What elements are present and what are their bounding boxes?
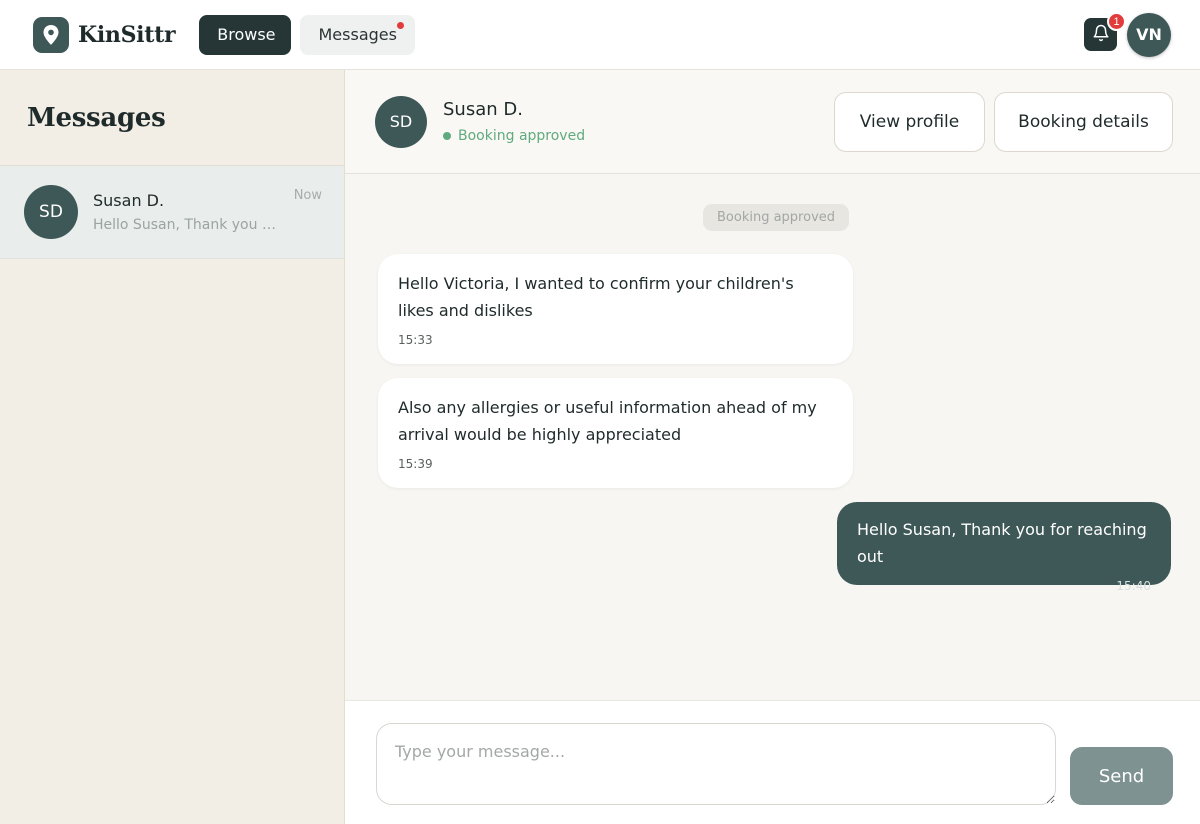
top-navigation-bar: KinSittr Browse Messages 1 VN [0, 0, 1200, 70]
conversation-preview: Hello Susan, Thank you for reaching out [93, 217, 278, 233]
message-text: Hello Susan, Thank you for reaching out [857, 520, 1147, 566]
status-dot-icon [443, 132, 451, 140]
message-text: Also any allergies or useful information… [398, 398, 817, 444]
message-time: 15:33 [398, 333, 433, 347]
bell-icon [1092, 24, 1110, 45]
booking-status: Booking approved [443, 128, 585, 144]
chat-panel: SD Susan D. Booking approved View profil… [345, 70, 1200, 824]
map-pin-icon [33, 16, 69, 53]
nav-browse-button[interactable]: Browse [199, 14, 292, 55]
contact-info: Susan D. Booking approved [443, 99, 585, 144]
notification-count-badge: 1 [1107, 12, 1126, 31]
message-composer: Send [345, 700, 1200, 824]
conversation-item[interactable]: SD Susan D. Hello Susan, Thank you for r… [0, 166, 344, 259]
conversation-time: Now [293, 188, 322, 203]
message-bubble-incoming: Also any allergies or useful information… [378, 378, 853, 488]
message-text: Hello Victoria, I wanted to confirm your… [398, 274, 794, 320]
message-time: 15:39 [398, 457, 433, 471]
user-avatar[interactable]: VN [1127, 12, 1171, 57]
unread-dot [397, 21, 405, 29]
nav-messages-label: Messages [318, 25, 397, 44]
chat-header-actions: View profile Booking details [834, 91, 1173, 152]
contact-name: Susan D. [443, 99, 523, 120]
system-notice: Booking approved [703, 204, 850, 231]
booking-status-label: Booking approved [458, 128, 586, 144]
conversation-body: Susan D. Hello Susan, Thank you for reac… [93, 191, 294, 233]
app-name: KinSittr [78, 21, 176, 48]
nav-messages-button[interactable]: Messages [300, 14, 416, 55]
message-time: 15:40 [1116, 579, 1151, 593]
message-input[interactable] [376, 723, 1056, 805]
send-button[interactable]: Send [1070, 747, 1173, 805]
nav-browse-label: Browse [217, 25, 276, 44]
conversations-sidebar: Messages SD Susan D. Hello Susan, Thank … [0, 70, 345, 824]
notifications-button[interactable]: 1 [1084, 12, 1126, 51]
message-list[interactable]: Booking approved Hello Victoria, I wante… [345, 174, 1200, 700]
contact-avatar: SD [375, 95, 427, 148]
conversation-avatar: SD [24, 185, 78, 239]
message-bubble-outgoing: Hello Susan, Thank you for reaching out … [837, 502, 1171, 593]
app-logo[interactable]: KinSittr [33, 16, 176, 53]
message-bubble-incoming: Hello Victoria, I wanted to confirm your… [378, 254, 853, 364]
view-profile-button[interactable]: View profile [834, 91, 985, 152]
sidebar-title: Messages [0, 70, 344, 166]
conversation-name: Susan D. [93, 191, 165, 210]
chat-header: SD Susan D. Booking approved View profil… [345, 70, 1200, 174]
main-nav: Browse Messages [199, 14, 416, 55]
booking-details-button[interactable]: Booking details [994, 91, 1173, 152]
